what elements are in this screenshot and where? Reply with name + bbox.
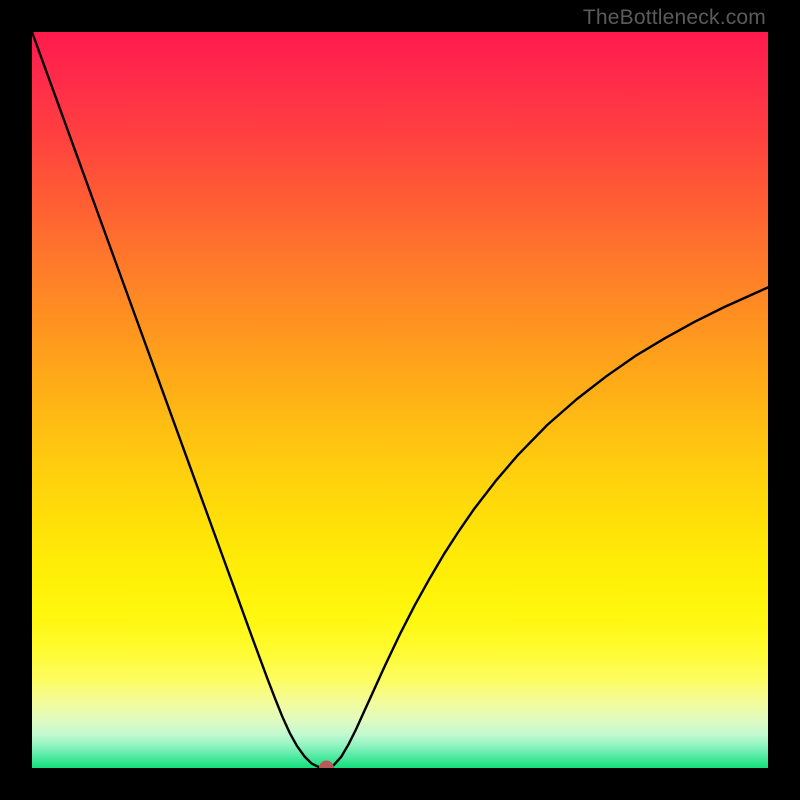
bottleneck-curve xyxy=(32,32,768,768)
minimum-marker xyxy=(319,761,333,768)
plot-area xyxy=(32,32,768,768)
chart-frame: TheBottleneck.com xyxy=(0,0,800,800)
curve-layer xyxy=(32,32,768,768)
watermark-text: TheBottleneck.com xyxy=(583,6,766,30)
